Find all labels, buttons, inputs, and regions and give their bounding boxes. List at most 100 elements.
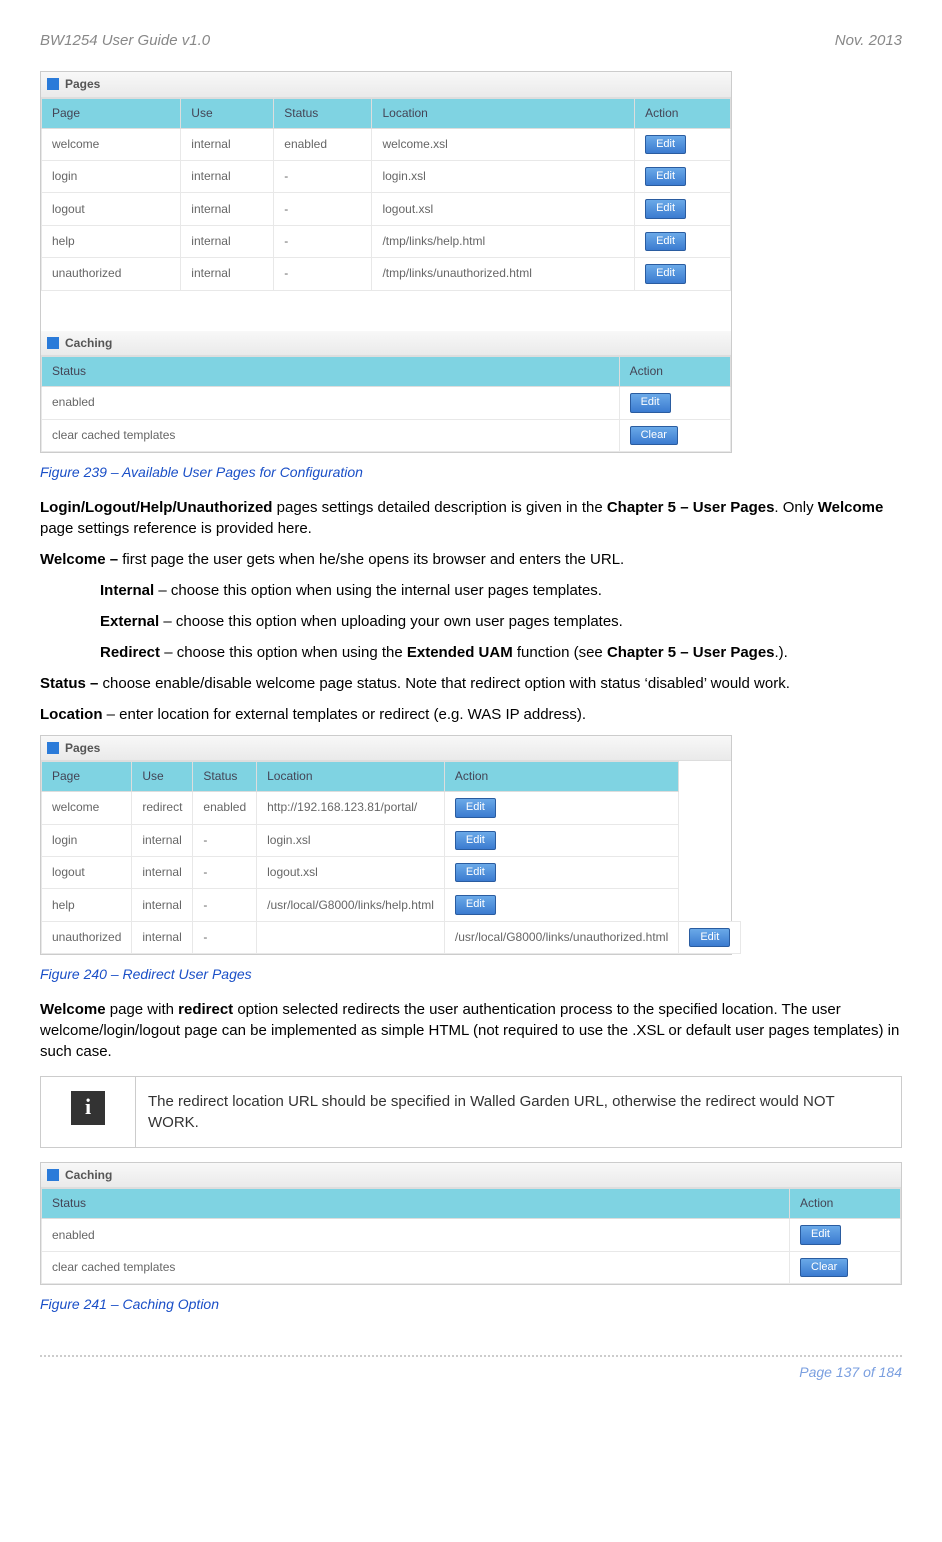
edit-button[interactable]: Edit [630, 393, 671, 412]
cell: internal [132, 824, 193, 856]
cell: - [193, 824, 257, 856]
location-line: Location – enter location for external t… [40, 704, 902, 725]
cell: internal [181, 160, 274, 192]
edit-button[interactable]: Edit [800, 1225, 841, 1244]
cell: /usr/local/G8000/links/unauthorized.html [444, 921, 678, 953]
cell: - [274, 225, 372, 257]
cell: - [193, 856, 257, 888]
text: – choose this option when uploading your… [159, 613, 623, 630]
note-icon-cell: i [41, 1076, 136, 1147]
edit-button[interactable]: Edit [455, 798, 496, 817]
bold-text: Login/Logout/Help/Unauthorized [40, 499, 272, 516]
table-row: logininternal-login.xslEdit [42, 160, 731, 192]
cell: login.xsl [372, 160, 635, 192]
table-row: unauthorizedinternal-/usr/local/G8000/li… [42, 921, 741, 953]
col-action: Action [444, 762, 678, 792]
cell: internal [132, 889, 193, 921]
cell: Edit [635, 225, 731, 257]
cell: clear cached templates [42, 419, 620, 451]
bold-text: redirect [178, 1001, 233, 1018]
bold-text: Redirect [100, 644, 160, 661]
edit-button[interactable]: Edit [455, 831, 496, 850]
figure-caption: Figure 241 – Caching Option [40, 1295, 902, 1315]
bold-text: Extended UAM [407, 644, 513, 661]
text: page with [106, 1001, 179, 1018]
text: page settings reference is provided here… [40, 520, 312, 537]
text: – choose this option when using the [160, 644, 407, 661]
text: . Only [774, 499, 817, 516]
option-external: External – choose this option when uploa… [100, 611, 902, 632]
edit-button[interactable]: Edit [455, 895, 496, 914]
pages-section-bar: Pages [41, 72, 731, 98]
cell: redirect [132, 792, 193, 824]
pages-table-2: Page Use Status Location Action welcomer… [41, 761, 741, 954]
edit-button[interactable]: Edit [645, 135, 686, 154]
edit-button[interactable]: Edit [689, 928, 730, 947]
cell: internal [181, 193, 274, 225]
square-icon [47, 742, 59, 754]
cell: Edit [635, 160, 731, 192]
col-page: Page [42, 98, 181, 128]
figure-caption: Figure 239 – Available User Pages for Co… [40, 463, 902, 483]
figure-240-box: Pages Page Use Status Location Action we… [40, 735, 732, 956]
cell: login [42, 824, 132, 856]
cell: Clear [790, 1251, 901, 1283]
cell: - [274, 160, 372, 192]
page-footer: Page 137 of 184 [40, 1355, 902, 1383]
table-row: logoutinternal-logout.xslEdit [42, 193, 731, 225]
edit-button[interactable]: Edit [645, 199, 686, 218]
table-row: unauthorizedinternal-/tmp/links/unauthor… [42, 258, 731, 290]
edit-button[interactable]: Edit [645, 167, 686, 186]
square-icon [47, 1169, 59, 1181]
paragraph: Welcome page with redirect option select… [40, 999, 902, 1062]
cell: - [193, 889, 257, 921]
table-row: welcomeinternalenabledwelcome.xslEdit [42, 128, 731, 160]
col-page: Page [42, 762, 132, 792]
figure-239-box: Pages Page Use Status Location Action we… [40, 71, 732, 453]
cell: Edit [635, 128, 731, 160]
cell: http://192.168.123.81/portal/ [257, 792, 445, 824]
clear-button[interactable]: Clear [630, 426, 678, 445]
header-left: BW1254 User Guide v1.0 [40, 30, 210, 51]
cell: Edit [635, 258, 731, 290]
text: first page the user gets when he/she ope… [122, 551, 624, 568]
cell: internal [181, 258, 274, 290]
cell: Edit [444, 889, 678, 921]
cell: help [42, 889, 132, 921]
cell: Edit [444, 856, 678, 888]
col-status: Status [42, 357, 620, 387]
cell: internal [181, 128, 274, 160]
table-row: helpinternal-/usr/local/G8000/links/help… [42, 889, 741, 921]
caching-section-bar: Caching [41, 331, 731, 357]
cell: Edit [444, 824, 678, 856]
cell: internal [132, 921, 193, 953]
edit-button[interactable]: Edit [455, 863, 496, 882]
cell: logout.xsl [372, 193, 635, 225]
bold-text: Chapter 5 – User Pages [607, 499, 775, 516]
cell: /tmp/links/help.html [372, 225, 635, 257]
cell: welcome.xsl [372, 128, 635, 160]
table-row: logoutinternal-logout.xslEdit [42, 856, 741, 888]
col-status: Status [193, 762, 257, 792]
cell: Edit [679, 921, 741, 953]
clear-button[interactable]: Clear [800, 1258, 848, 1277]
bold-text: Chapter 5 – User Pages [607, 644, 775, 661]
paragraph: Welcome – first page the user gets when … [40, 549, 902, 570]
bold-text: Status – [40, 675, 103, 692]
header-right: Nov. 2013 [835, 30, 902, 51]
option-redirect: Redirect – choose this option when using… [100, 642, 902, 663]
col-status: Status [274, 98, 372, 128]
caching-table-2: Status Action enabledEdit clear cached t… [41, 1188, 901, 1284]
table-row: enabledEdit [42, 1219, 901, 1251]
text: – choose this option when using the inte… [154, 582, 602, 599]
table-row: logininternal-login.xslEdit [42, 824, 741, 856]
cell: help [42, 225, 181, 257]
text: – enter location for external templates … [103, 706, 587, 723]
col-action: Action [635, 98, 731, 128]
edit-button[interactable]: Edit [645, 264, 686, 283]
pages-section-bar: Pages [41, 736, 731, 762]
cell: internal [181, 225, 274, 257]
edit-button[interactable]: Edit [645, 232, 686, 251]
col-location: Location [257, 762, 445, 792]
cell: enabled [42, 387, 620, 419]
